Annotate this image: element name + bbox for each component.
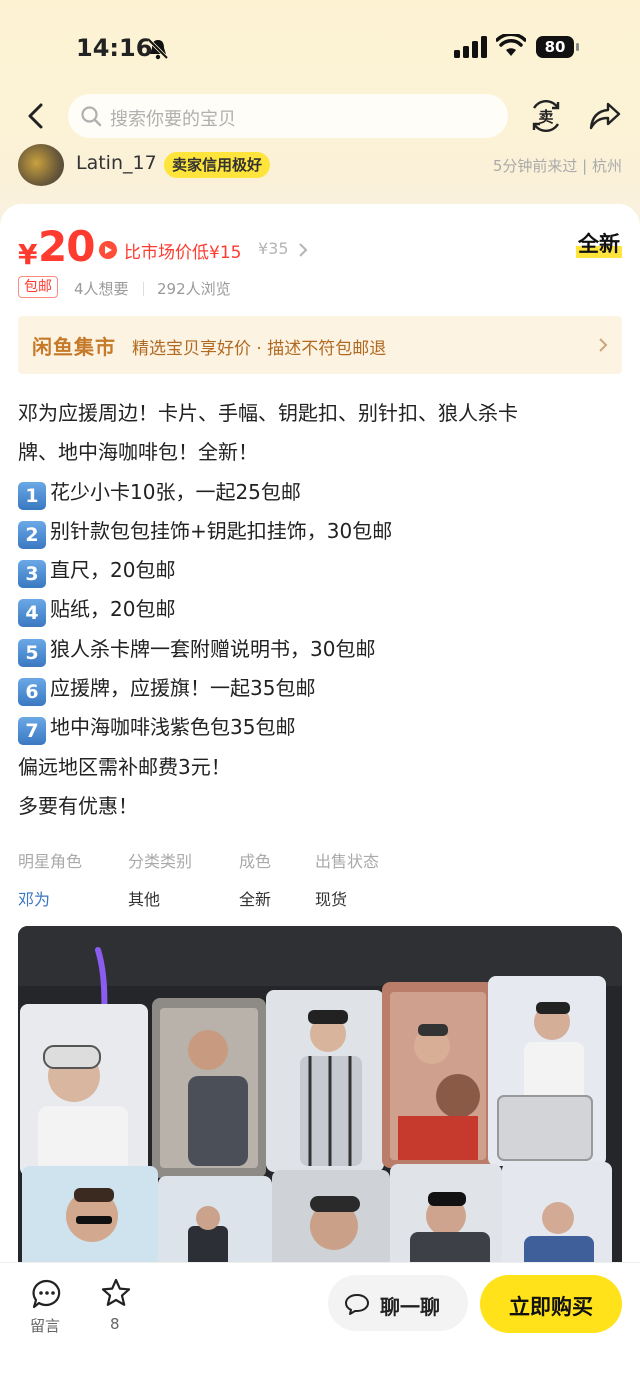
seller-row[interactable]: Latin_17 卖家信用极好 5分钟前来过 | 杭州 — [0, 144, 640, 188]
item-properties: 明星角色 邓为 分类类别 其他 成色 全新 出售状态 现货 — [18, 848, 618, 910]
description-item: 4 贴纸，20包邮 — [18, 590, 618, 629]
description-line: 多要有优惠！ — [18, 793, 138, 818]
item-description: 邓为应援周边！卡片、手幅、钥匙扣、别针扣、狼人杀卡 牌、地中海咖啡包！全新！ 1… — [18, 394, 618, 826]
buy-now-button[interactable]: 立即购买 — [480, 1275, 622, 1333]
search-icon — [81, 106, 102, 127]
number-6-icon: 6 — [18, 678, 46, 707]
property-value: 其他 — [128, 890, 161, 909]
description-item: 1 花少小卡10张，一起25包邮 — [18, 473, 618, 512]
number-7-icon: 7 — [18, 717, 46, 746]
item-text: 别针款包包挂饰+钥匙扣挂饰，30包邮 — [50, 518, 393, 543]
status-bar: 14:16 80 — [0, 30, 640, 66]
seller-name[interactable]: Latin_17 — [76, 152, 157, 174]
wifi-icon — [496, 34, 526, 56]
sell-button[interactable]: 卖 — [528, 98, 564, 134]
property-label: 成色 — [239, 852, 272, 871]
property-value: 现货 — [315, 890, 348, 909]
stats-divider — [143, 282, 144, 296]
sell-icon-label: 卖 — [538, 108, 553, 126]
back-arrow-icon[interactable] — [24, 102, 48, 130]
description-item: 7 地中海咖啡浅紫色包35包邮 — [18, 708, 618, 747]
number-4-icon: 4 — [18, 599, 46, 628]
price-down-icon — [99, 241, 117, 259]
property-value: 全新 — [239, 890, 272, 909]
search-input[interactable]: 搜索你要的宝贝 — [68, 94, 508, 138]
description-item: 3 直尺，20包邮 — [18, 551, 618, 590]
cellular-signal-icon — [454, 36, 487, 58]
property-label: 分类类别 — [128, 852, 193, 871]
banner-text: 精选宝贝享好价 · 描述不符包邮退 — [132, 339, 387, 359]
property-status: 出售状态 现货 — [315, 848, 379, 910]
description-line: 牌、地中海咖啡包！全新！ — [18, 440, 258, 465]
sell-icon: 卖 — [532, 100, 560, 132]
description-item: 6 应援牌，应援旗！一起35包邮 — [18, 669, 618, 708]
views-count: 292人浏览 — [157, 280, 231, 298]
item-text: 贴纸，20包邮 — [50, 597, 176, 622]
chevron-right-icon — [599, 338, 608, 352]
seller-avatar[interactable] — [18, 144, 64, 186]
comment-icon[interactable] — [32, 1279, 62, 1309]
description-line: 邓为应援周边！卡片、手幅、钥匙扣、别针扣、狼人杀卡 — [18, 401, 518, 425]
market-banner[interactable]: 闲鱼集市 精选宝贝享好价 · 描述不符包邮退 — [18, 316, 622, 374]
chevron-right-icon[interactable] — [298, 242, 308, 258]
item-card: ¥ 20 比市场价低¥15 ¥35 全新 包邮 4人想要 292人浏览 闲鱼集市… — [0, 204, 640, 1286]
item-text: 狼人杀卡牌一套附赠说明书，30包邮 — [50, 636, 376, 661]
buy-now-label: 立即购买 — [509, 1295, 593, 1319]
market-price[interactable]: ¥35 — [258, 239, 289, 258]
last-seen-text: 5分钟前来过 | 杭州 — [492, 157, 622, 175]
number-3-icon: 3 — [18, 560, 46, 589]
share-icon[interactable] — [588, 100, 622, 132]
item-text: 直尺，20包邮 — [50, 558, 176, 583]
number-5-icon: 5 — [18, 638, 46, 667]
chat-bubble-icon — [345, 1294, 369, 1315]
property-value-link[interactable]: 邓为 — [18, 886, 82, 910]
item-text: 花少小卡10张，一起25包邮 — [50, 479, 301, 504]
bottom-action-bar: 留言 8 聊一聊 立即购买 — [0, 1262, 640, 1391]
price-compare[interactable]: 比市场价低¥15 — [124, 238, 241, 263]
number-1-icon: 1 — [18, 481, 46, 510]
status-time: 14:16 — [76, 34, 153, 62]
item-text: 应援牌，应援旗！一起35包邮 — [50, 676, 316, 701]
battery-indicator: 80 — [536, 36, 580, 58]
property-condition: 成色 全新 — [239, 848, 271, 910]
product-photo[interactable] — [18, 926, 622, 1286]
property-label: 明星角色 — [18, 852, 83, 871]
favorite-star-icon[interactable] — [100, 1277, 132, 1309]
chat-label: 聊一聊 — [380, 1295, 440, 1319]
number-2-icon: 2 — [18, 520, 46, 549]
free-shipping-tag: 包邮 — [18, 276, 58, 298]
description-line: 偏远地区需补邮费3元！ — [18, 754, 231, 779]
battery-tip — [576, 43, 579, 51]
property-star: 明星角色 邓为 — [18, 848, 82, 910]
price-amount: 20 — [38, 222, 95, 271]
description-item: 2 别针款包包挂饰+钥匙扣挂饰，30包邮 — [18, 512, 618, 551]
banner-logo: 闲鱼集市 — [32, 335, 116, 359]
property-label: 出售状态 — [315, 852, 380, 871]
price-currency: ¥ — [18, 238, 38, 271]
description-item: 5 狼人杀卡牌一套附赠说明书，30包邮 — [18, 630, 618, 669]
item-text: 地中海咖啡浅紫色包35包邮 — [50, 715, 296, 740]
battery-level: 80 — [536, 36, 574, 58]
search-placeholder: 搜索你要的宝贝 — [110, 109, 236, 130]
top-nav: 搜索你要的宝贝 卖 — [0, 92, 640, 140]
favorites-count: 8 — [110, 1315, 120, 1333]
chat-button[interactable]: 聊一聊 — [328, 1275, 468, 1331]
photo-cards-illustration — [18, 926, 622, 1286]
wants-count: 4人想要 — [74, 280, 129, 298]
property-category: 分类类别 其他 — [128, 848, 192, 910]
bell-mute-icon — [147, 38, 169, 60]
condition-badge: 全新 — [576, 228, 622, 258]
comment-label[interactable]: 留言 — [30, 1315, 60, 1336]
credit-badge: 卖家信用极好 — [164, 152, 271, 178]
